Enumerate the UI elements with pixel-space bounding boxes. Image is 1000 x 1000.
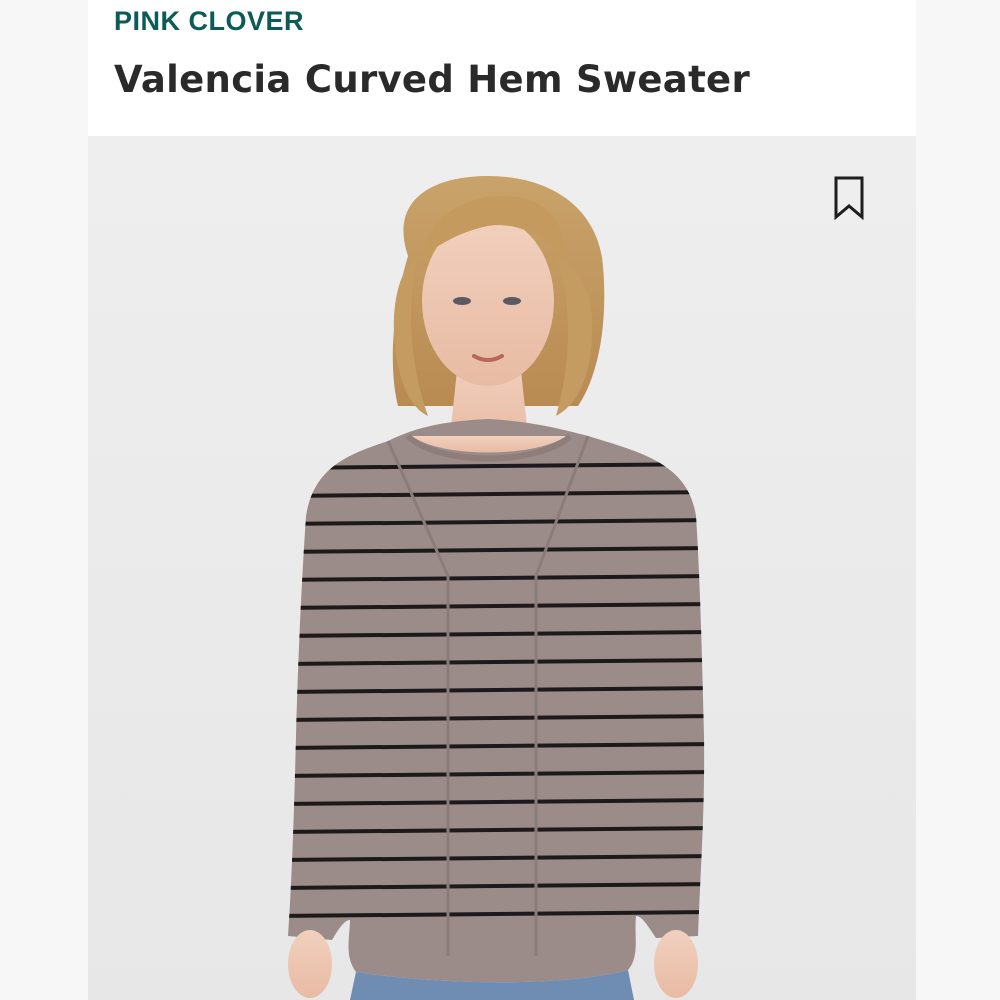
bookmark-icon xyxy=(834,176,864,220)
product-title: Valencia Curved Hem Sweater xyxy=(114,58,750,101)
product-photo[interactable] xyxy=(88,136,916,1000)
model-illustration xyxy=(88,136,916,1000)
product-header: PINK CLOVER Valencia Curved Hem Sweater xyxy=(88,0,916,136)
bookmark-button[interactable] xyxy=(831,174,867,222)
brand-name[interactable]: PINK CLOVER xyxy=(114,6,304,37)
page: PINK CLOVER Valencia Curved Hem Sweater xyxy=(0,0,1000,1000)
product-card: PINK CLOVER Valencia Curved Hem Sweater xyxy=(88,0,916,1000)
